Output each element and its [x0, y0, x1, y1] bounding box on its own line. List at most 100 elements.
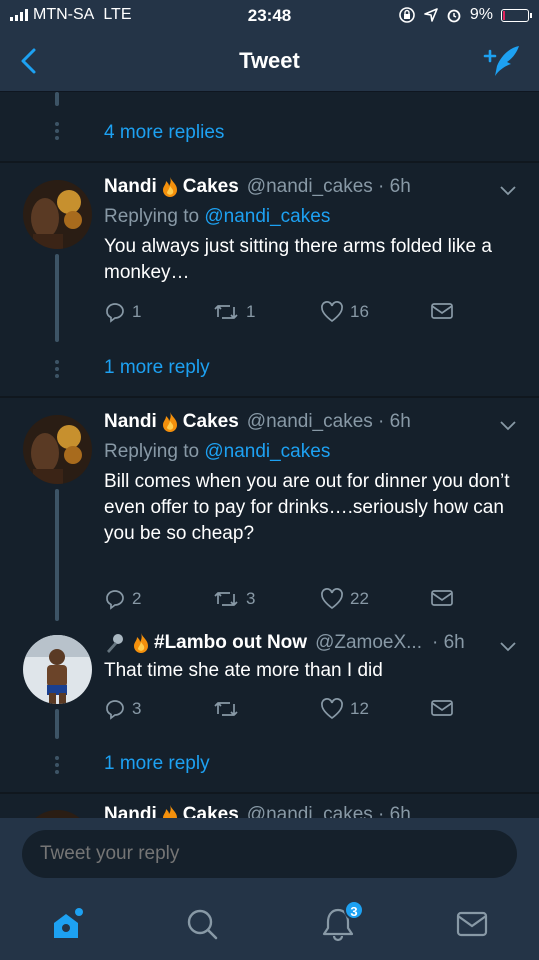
- display-name[interactable]: Nandi: [104, 804, 157, 818]
- replying-label: Replying to: [104, 206, 200, 227]
- avatar[interactable]: [23, 180, 92, 249]
- heart-icon: [321, 588, 343, 610]
- chevron-down-icon[interactable]: [499, 419, 517, 431]
- fire-emoji-icon: [162, 177, 177, 197]
- tweet-actions: 3 12: [104, 698, 464, 722]
- tweet-text: That time she ate more than I did: [104, 660, 383, 681]
- microphone-emoji-icon: [107, 634, 123, 653]
- heart-icon: [321, 698, 343, 720]
- mention-link[interactable]: @nandi_cakes: [204, 206, 330, 227]
- reply-count: 3: [132, 699, 142, 718]
- avatar[interactable]: [23, 635, 92, 704]
- fire-emoji-icon: [134, 633, 148, 653]
- reply-count: 2: [132, 589, 142, 608]
- display-name[interactable]: Nandi: [104, 176, 157, 198]
- divider: [0, 792, 539, 794]
- reply-button[interactable]: 3: [104, 698, 141, 720]
- alarm-icon: [447, 9, 461, 23]
- like-button[interactable]: 22: [320, 588, 369, 610]
- handle-time: @nandi_cakes · 6h: [246, 804, 411, 818]
- thread-line: [55, 489, 59, 621]
- reply-input[interactable]: [22, 830, 517, 878]
- reply-icon: [106, 303, 124, 323]
- retweet-icon: [214, 592, 238, 606]
- more-replies-link[interactable]: 1 more reply: [104, 753, 210, 775]
- avatar[interactable]: [23, 415, 92, 484]
- display-name[interactable]: #Lambo out Now: [154, 632, 307, 654]
- chevron-down-icon[interactable]: [499, 640, 517, 652]
- share-button[interactable]: [430, 301, 454, 321]
- handle-time: @nandi_cakes · 6h: [246, 176, 411, 197]
- tweet-text: Bill comes when you are out for dinner y…: [104, 471, 510, 544]
- tweet-header: Nandi Cakes @nandi_cakes · 6h: [104, 804, 411, 818]
- display-name-suffix[interactable]: Cakes: [183, 804, 239, 818]
- more-replies-dots: [55, 756, 59, 774]
- retweet-count: 3: [246, 589, 256, 608]
- share-button[interactable]: [430, 588, 454, 608]
- display-name-suffix[interactable]: Cakes: [183, 411, 239, 433]
- page-title: Tweet: [239, 48, 300, 73]
- retweet-button[interactable]: 3: [212, 588, 255, 610]
- reply-icon: [106, 590, 124, 610]
- tweet-header: Nandi Cakes @nandi_cakes · 6h: [104, 411, 411, 433]
- reply-button[interactable]: 2: [104, 588, 141, 610]
- like-count: 16: [350, 302, 369, 321]
- envelope-icon: [431, 700, 453, 716]
- status-bar: MTN-SA LTE 23:48 9%: [0, 0, 539, 32]
- display-name-suffix[interactable]: Cakes: [183, 176, 239, 198]
- reply-button[interactable]: 1: [104, 301, 141, 323]
- retweet-button[interactable]: [212, 698, 246, 720]
- thread-line: [55, 92, 59, 106]
- tweet-text: You always just sitting there arms folde…: [104, 236, 492, 283]
- retweet-icon: [214, 702, 238, 716]
- replying-to: Replying to @nandi_cakes: [104, 441, 330, 463]
- battery-icon: [501, 8, 532, 22]
- reply-composer: [0, 818, 539, 890]
- lock-rotation-icon: [399, 7, 415, 23]
- fire-emoji-icon: [162, 412, 177, 432]
- like-button[interactable]: 16: [320, 301, 369, 323]
- replying-to: Replying to @nandi_cakes: [104, 206, 330, 228]
- share-button[interactable]: [430, 698, 454, 718]
- tab-messages[interactable]: [454, 906, 490, 942]
- fire-emoji-icon: [162, 805, 177, 818]
- tab-notifications[interactable]: 3: [320, 900, 364, 942]
- status-icons: 9%: [398, 6, 532, 24]
- divider: [0, 396, 539, 398]
- location-icon: [424, 8, 438, 22]
- like-count: 22: [350, 589, 369, 608]
- handle: @ZamoeX...: [315, 632, 422, 653]
- tweet-timeline[interactable]: 4 more replies Nandi Cakes @nandi_cakes …: [0, 92, 539, 818]
- battery-percent: 9%: [469, 6, 493, 23]
- envelope-icon: [431, 590, 453, 606]
- more-replies-link[interactable]: 4 more replies: [104, 122, 224, 144]
- tab-search[interactable]: [184, 906, 220, 942]
- handle-time: @nandi_cakes · 6h: [246, 411, 411, 432]
- tweet-header: #Lambo out Now @ZamoeX... · 6h: [104, 632, 465, 654]
- timestamp: · 6h: [432, 632, 465, 653]
- tab-home[interactable]: [50, 906, 86, 942]
- nav-bar: Tweet: [0, 32, 539, 92]
- more-replies-dots: [55, 122, 59, 140]
- mention-link[interactable]: @nandi_cakes: [204, 441, 330, 462]
- avatar[interactable]: [23, 810, 92, 818]
- retweet-count: 1: [246, 302, 256, 321]
- replying-label: Replying to: [104, 441, 200, 462]
- display-name[interactable]: Nandi: [104, 411, 157, 433]
- reply-count: 1: [132, 302, 142, 321]
- thread-line: [55, 709, 59, 739]
- messages-icon: [456, 911, 488, 937]
- search-icon: [187, 909, 218, 940]
- more-replies-link[interactable]: 1 more reply: [104, 357, 210, 379]
- notification-badge: 3: [344, 900, 364, 920]
- thread-line: [55, 254, 59, 342]
- tweet-actions: 1 1 16: [104, 301, 464, 325]
- retweet-button[interactable]: 1: [212, 301, 255, 323]
- like-count: 12: [350, 699, 369, 718]
- tweet-actions: 2 3 22: [104, 588, 464, 612]
- heart-icon: [321, 301, 343, 323]
- chevron-down-icon[interactable]: [499, 184, 517, 196]
- like-button[interactable]: 12: [320, 698, 369, 720]
- compose-tweet-icon[interactable]: [483, 44, 521, 78]
- home-icon: [54, 908, 83, 938]
